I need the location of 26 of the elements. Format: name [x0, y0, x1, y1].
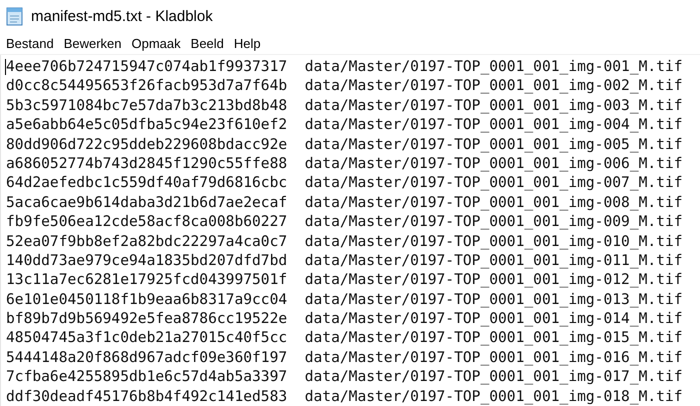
text-line: 13c11a7ec6281e17925fcd043997501f data/Master/0197-TOP_0001_001_img-012_M.tif [6, 270, 684, 290]
text-line: 6e101e0450118f1b9eaa6b8317a9cc04 data/Master/0197-TOP_0001_001_img-013_M.tif [6, 290, 684, 310]
notepad-icon [6, 6, 24, 26]
menu-item[interactable]: Beeld [186, 36, 229, 50]
text-line: ddf30deadf45176b8b4f492c141ed583 data/Master/0197-TOP_0001_001_img-018_M.tif [6, 386, 684, 406]
text-line: 5b3c5971084bc7e57da7b3c213bd8b48 data/Master/0197-TOP_0001_001_img-003_M.tif [6, 96, 684, 116]
text-line: 5444148a20f868d967adcf09e360f197 data/Master/0197-TOP_0001_001_img-016_M.tif [6, 348, 684, 368]
text-line: bf89b7d9b569492e5fea8786cc19522e data/Master/0197-TOP_0001_001_img-014_M.tif [6, 309, 684, 328]
text-line: fb9fe506ea12cde58acf8ca008b60227 data/Master/0197-TOP_0001_001_img-009_M.tif [6, 212, 684, 232]
text-line: d0cc8c54495653f26facb953d7a7f64b data/Master/0197-TOP_0001_001_img-002_M.tif [6, 76, 684, 96]
text-line: 48504745a3f1c0deb21a27015c40f5cc data/Master/0197-TOP_0001_001_img-015_M.tif [6, 328, 684, 348]
text-line: 4eee706b724715947c074ab1f9937317 data/Master/0197-TOP_0001_001_img-001_M.tif [6, 57, 684, 76]
menu-item[interactable]: Help [228, 36, 266, 50]
text-line: 80dd906d722c95ddeb229608bdacc92e data/Master/0197-TOP_0001_001_img-005_M.tif [6, 134, 684, 154]
text-line: 64d2aefedbc1c559df40af79d6816cbc data/Master/0197-TOP_0001_001_img-007_M.tif [6, 173, 684, 193]
text-line: a5e6abb64e5c05dfba5c94e23f610ef2 data/Master/0197-TOP_0001_001_img-004_M.tif [6, 115, 684, 135]
menu-item[interactable]: Opmaak [126, 36, 186, 50]
text-line: a686052774b743d2845f1290c55ffe88 data/Master/0197-TOP_0001_001_img-006_M.tif [6, 154, 684, 174]
window-title: manifest-md5.txt - Kladblok [31, 8, 213, 24]
menu-item[interactable]: Bewerken [58, 36, 127, 50]
text-line: 7cfba6e4255895db1e6c57d4ab5a3397 data/Master/0197-TOP_0001_001_img-017_M.tif [6, 367, 684, 387]
menu-item[interactable]: Bestand [1, 36, 59, 50]
text-cursor [5, 59, 6, 75]
text-line: 140dd73ae979ce94a1835bd207dfd7bd data/Master/0197-TOP_0001_001_img-011_M.tif [6, 250, 684, 270]
text-line: 5aca6cae9b614daba3d21b6d7ae2ecaf data/Master/0197-TOP_0001_001_img-008_M.tif [6, 192, 684, 212]
text-line: 52ea07f9bb8ef2a82bdc22297a4ca0c7 data/Master/0197-TOP_0001_001_img-010_M.tif [6, 232, 684, 251]
